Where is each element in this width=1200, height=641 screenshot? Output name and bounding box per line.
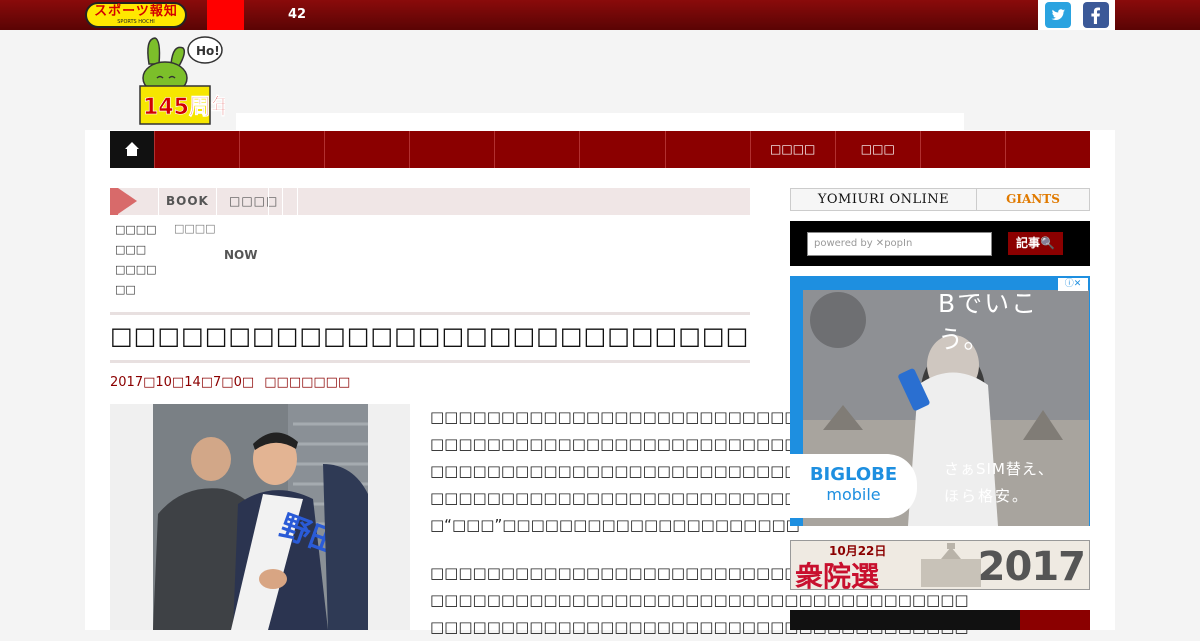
nav-item-3[interactable] xyxy=(324,131,409,168)
facebook-icon[interactable] xyxy=(1083,2,1109,28)
body-line: □“□□□”□□□□□□□□□□□□□□□□□□□□□ xyxy=(430,516,800,534)
article-paragraph-2: □□□□□□□□□□□□□□□□□□□□□□□□□□□□□□□□□□□□□□ □… xyxy=(430,560,969,641)
election-year: 2017 xyxy=(977,544,1086,590)
search-panel: powered by ✕popIn 記事🔍 xyxy=(790,221,1090,266)
body-line: □□□□□□□□□□□□□□□□□□□□□□□□□□□□□□□□□□□□□□ xyxy=(430,462,969,480)
notification-count: 42 xyxy=(288,7,307,22)
article-source: □□□□□□□ xyxy=(264,375,351,390)
mascot-bubble-text: Ho! xyxy=(196,44,220,58)
body-line: □□□□□□□□□□□□□□□□□□□□□□□□□□□□□□□□□□□□□□ xyxy=(430,435,969,453)
nav-item-5[interactable] xyxy=(494,131,579,168)
election-banner[interactable]: 10月22日 衆院選 2017 xyxy=(790,540,1090,590)
nav-item-7[interactable] xyxy=(664,131,750,168)
breadcrumb-divider xyxy=(216,188,217,215)
subnav-item[interactable]: □□ xyxy=(115,283,136,296)
subnav-item[interactable]: □□□□ xyxy=(174,222,216,235)
subnav-item[interactable]: □□□□ xyxy=(115,223,157,236)
nav-item-8[interactable]: □□□□ xyxy=(749,131,835,168)
article-date: 2017□10□14□7□0□ xyxy=(110,375,255,390)
nav-item-10[interactable] xyxy=(919,131,1005,168)
home-button[interactable] xyxy=(110,131,154,168)
nav-item-11[interactable] xyxy=(1004,131,1090,168)
breadcrumb-second[interactable]: □□□□ xyxy=(229,188,278,215)
red-badge[interactable] xyxy=(207,0,244,30)
article-title: □□□□□□□□□□□□□□□□□□□□□□□□□□□□□□□□□□□□□□□□… xyxy=(110,322,750,350)
nav-item-6[interactable] xyxy=(579,131,664,168)
subnav-item[interactable]: □□□□ xyxy=(115,263,157,276)
body-line: □□□□□□□□□□□□□□□□□□□□□□□□□□□□□□□□□□□□□□ xyxy=(430,618,969,636)
article-meta: 2017□10□14□7□0□ □□□□□□□ xyxy=(110,375,350,390)
breadcrumb: BOOK □□□□ xyxy=(110,188,750,215)
adchoices-icon[interactable]: ⓘ✕ xyxy=(1058,278,1088,291)
top-bar: スポーツ報知 SPORTS HOCHI 42 xyxy=(0,0,1200,30)
search-input[interactable]: powered by ✕popIn xyxy=(807,232,992,256)
home-icon xyxy=(125,142,139,156)
subnav-now[interactable]: NOW xyxy=(224,248,257,262)
article-photo[interactable]: 野田 xyxy=(153,404,368,630)
sports-hochi-logo[interactable]: スポーツ報知 SPORTS HOCHI xyxy=(85,2,187,28)
mascot-145-anniversary[interactable]: Ho! 145周年 xyxy=(135,34,233,129)
nav-item-9[interactable]: □□□ xyxy=(834,131,920,168)
breadcrumb-arrow-base xyxy=(110,188,118,215)
nav-item-1[interactable] xyxy=(154,131,239,168)
body-line: □□□□□□□□□□□□□□□□□□□□□□□□□□□□□□□□□□□□□□ xyxy=(430,489,969,507)
divider xyxy=(110,360,750,363)
biglobe-ad[interactable]: Bでいこう。 BIGLOBE mobile さぁSIM替え、 ほら格安。 ⓘ✕ xyxy=(790,276,1090,526)
ad-tagline-2: ほら格安。 xyxy=(944,487,1030,505)
article-paragraph-1: □□□□□□□□□□□□□□□□□□□□□□□□□□□□□□□□□□□□□□ □… xyxy=(430,404,969,539)
main-nav: □□□□ □□□ xyxy=(110,131,1090,168)
body-line: □□□□□□□□□□□□□□□□□□□□□□□□□□□□□□□□□□□□□□ xyxy=(430,408,969,426)
nav-item-2[interactable] xyxy=(239,131,324,168)
breadcrumb-divider xyxy=(282,188,283,215)
body-line: □□□□□□□□□□□□□□□□□□□□□□□□□□□□□□□□□□□□□□ xyxy=(430,564,969,582)
article-photo-frame: 野田 xyxy=(110,404,410,630)
ad-headline: Bでいこう。 xyxy=(938,289,1039,354)
breadcrumb-arrow-icon xyxy=(118,188,137,214)
ad-brand: BIGLOBE mobile xyxy=(790,454,917,518)
logo-subtext: SPORTS HOCHI xyxy=(117,19,155,25)
breadcrumb-divider xyxy=(297,188,298,215)
anniversary-text: 145周年 xyxy=(143,94,225,120)
divider xyxy=(110,312,750,315)
header-ad-strip xyxy=(236,113,964,131)
election-name: 衆院選 xyxy=(795,560,880,590)
ad-brand-sub: mobile xyxy=(826,485,881,504)
giants-link[interactable]: GIANTS xyxy=(977,189,1089,210)
social-links xyxy=(1038,0,1115,30)
partner-links: YOMIURI ONLINE GIANTS xyxy=(790,188,1090,211)
sidebar-tabs xyxy=(790,610,1090,630)
subnav-item[interactable]: □□□ xyxy=(115,243,146,256)
ad-brand-name: BIGLOBE xyxy=(809,464,898,485)
twitter-icon[interactable] xyxy=(1045,2,1071,28)
search-button[interactable]: 記事🔍 xyxy=(1008,232,1063,255)
ad-tagline-1: さぁSIM替え、 xyxy=(944,460,1054,478)
sidebar-tab-active[interactable] xyxy=(1020,610,1090,630)
breadcrumb-book[interactable]: BOOK xyxy=(166,188,209,215)
body-line: □□□□□□□□□□□□□□□□□□□□□□□□□□□□□□□□□□□□□□ xyxy=(430,591,969,609)
nav-item-4[interactable] xyxy=(409,131,494,168)
breadcrumb-divider xyxy=(268,188,269,215)
breadcrumb-divider xyxy=(158,188,159,215)
yomiuri-online-link[interactable]: YOMIURI ONLINE xyxy=(791,189,977,210)
logo-text: スポーツ報知 xyxy=(94,4,178,19)
